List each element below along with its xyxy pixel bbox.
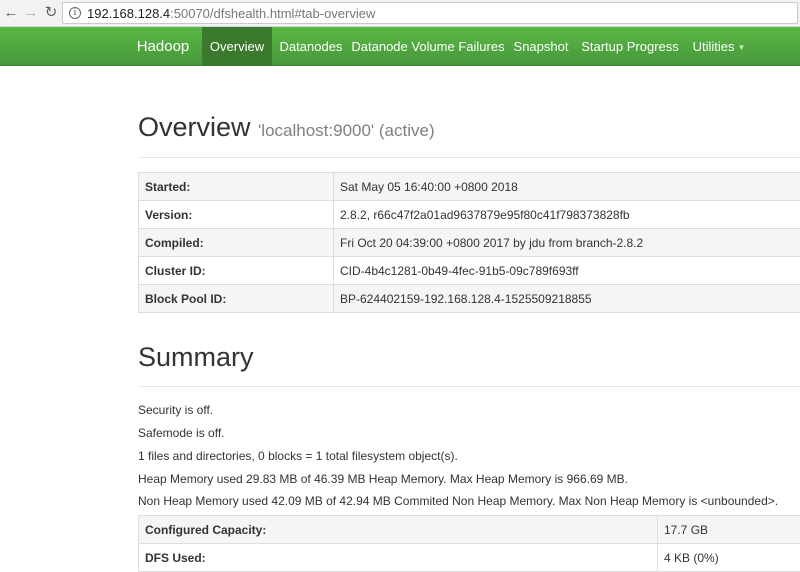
overview-title: Overview	[138, 112, 251, 142]
overview-table: Started: Sat May 05 16:40:00 +0800 2018 V…	[138, 172, 800, 313]
caret-down-icon: ▼	[737, 43, 746, 53]
nav-utilities[interactable]: Utilities ▼	[684, 27, 754, 66]
row-key: DFS Used:	[138, 543, 658, 572]
row-key: Cluster ID:	[138, 256, 334, 285]
table-row: Configured Capacity: 17.7 GB	[138, 515, 800, 544]
nav-startup-progress[interactable]: Startup Progress	[576, 27, 684, 66]
table-row: DFS Used: 4 KB (0%)	[138, 543, 800, 572]
url-host: 192.168.128.4	[87, 6, 171, 21]
safemode-status: Safemode is off.	[138, 426, 225, 440]
row-value: Sat May 05 16:40:00 +0800 2018	[333, 172, 800, 201]
security-status: Security is off.	[138, 403, 214, 417]
overview-subtitle: 'localhost:9000' (active)	[258, 121, 435, 140]
table-row: Block Pool ID: BP-624402159-192.168.128.4…	[138, 284, 800, 313]
row-key: Configured Capacity:	[138, 515, 658, 544]
summary-heading: Summary	[138, 342, 254, 372]
row-key: Started:	[138, 172, 334, 201]
row-key: Block Pool ID:	[138, 284, 334, 313]
row-key: Version:	[138, 200, 334, 229]
nav-overview[interactable]: Overview	[202, 27, 272, 66]
nav-snapshot[interactable]: Snapshot	[506, 27, 576, 66]
row-value: BP-624402159-192.168.128.4-1525509218855	[333, 284, 800, 313]
capacity-table: Configured Capacity: 17.7 GB DFS Used: 4 K…	[138, 515, 800, 572]
row-key: Compiled:	[138, 228, 334, 257]
nav-datanode-volume-failures[interactable]: Datanode Volume Failures	[350, 27, 506, 66]
forward-arrow-icon[interactable]: →	[22, 4, 40, 22]
nav-utilities-label: Utilities	[692, 39, 735, 54]
row-value: CID-4b4c1281-0b49-4fec-91b5-09c789f693ff	[333, 256, 800, 285]
brand-link[interactable]: Hadoop	[124, 27, 202, 66]
row-value: 2.8.2, r66c47f2a01ad9637879e95f80c41f798…	[333, 200, 800, 229]
row-value: 17.7 GB	[657, 515, 800, 544]
row-value: 4 KB (0%)	[657, 543, 800, 572]
back-arrow-icon[interactable]: ←	[2, 4, 20, 22]
table-row: Compiled: Fri Oct 20 04:39:00 +0800 2017 …	[138, 228, 800, 257]
table-row: Started: Sat May 05 16:40:00 +0800 2018	[138, 172, 800, 201]
browser-toolbar: ← → ↻ i 192.168.128.4:50070/dfshealth.ht…	[0, 0, 800, 27]
divider	[138, 157, 800, 158]
heap-memory: Heap Memory used 29.83 MB of 46.39 MB He…	[138, 472, 628, 486]
url-path: :50070/dfshealth.html#tab-overview	[170, 6, 376, 21]
overview-heading: Overview 'localhost:9000' (active)	[138, 112, 435, 143]
address-bar[interactable]: i 192.168.128.4:50070/dfshealth.html#tab…	[62, 2, 798, 24]
table-row: Cluster ID: CID-4b4c1281-0b49-4fec-91b5-0…	[138, 256, 800, 285]
url-text: 192.168.128.4:50070/dfshealth.html#tab-o…	[87, 6, 375, 21]
non-heap-memory: Non Heap Memory used 42.09 MB of 42.94 M…	[138, 494, 779, 508]
info-icon[interactable]: i	[69, 7, 81, 19]
main-navbar: Hadoop Overview Datanodes Datanode Volum…	[0, 27, 800, 66]
filesystem-objects: 1 files and directories, 0 blocks = 1 to…	[138, 449, 458, 463]
nav-datanodes[interactable]: Datanodes	[272, 27, 350, 66]
table-row: Version: 2.8.2, r66c47f2a01ad9637879e95f8…	[138, 200, 800, 229]
reload-icon[interactable]: ↻	[42, 4, 60, 22]
row-value: Fri Oct 20 04:39:00 +0800 2017 by jdu fr…	[333, 228, 800, 257]
divider	[138, 386, 800, 387]
